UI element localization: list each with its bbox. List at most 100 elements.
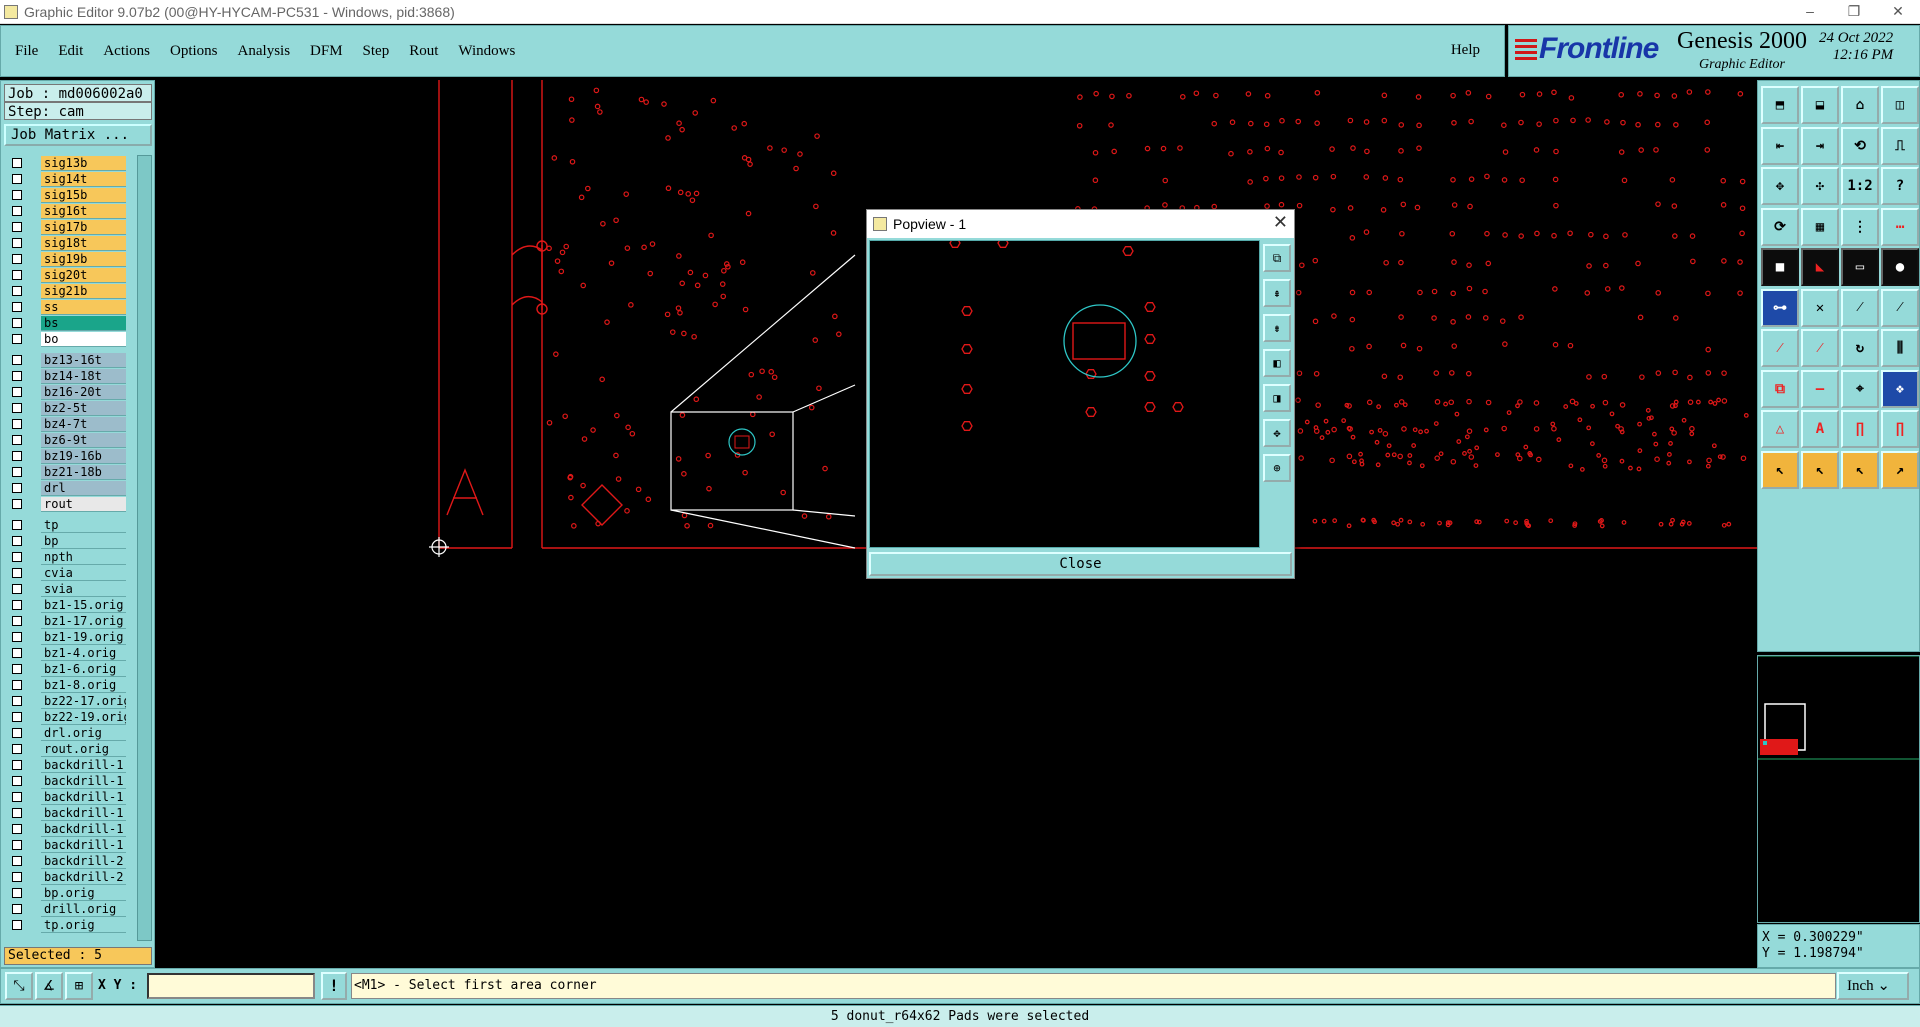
layer-row[interactable]: sig16t <box>4 203 126 219</box>
layer-label[interactable]: sig21b <box>41 284 126 299</box>
layer-checkbox[interactable] <box>12 632 22 642</box>
layer-label[interactable]: bp.orig <box>41 886 126 901</box>
help-icon[interactable]: ? <box>1881 167 1919 205</box>
layer-label[interactable]: backdrill-2 <box>41 870 126 885</box>
layer-checkbox[interactable] <box>12 904 22 914</box>
layer-row[interactable]: sig21b <box>4 283 126 299</box>
corner-icon[interactable]: ◣ <box>1801 248 1839 286</box>
layer-checkbox[interactable] <box>12 419 22 429</box>
pv-zoom-in-icon[interactable]: ⇞ <box>1263 279 1291 307</box>
layer-row[interactable]: npth <box>4 549 126 565</box>
layer-row[interactable]: bz1-15.orig <box>4 597 126 613</box>
layer-label[interactable]: bz22-17.orig <box>41 694 126 709</box>
rotate-icon[interactable]: ⟲ <box>1841 126 1879 165</box>
layer-row[interactable]: backdrill-1 <box>4 773 126 789</box>
mirror-icon[interactable]: ⎍ <box>1881 126 1919 165</box>
triangle-icon[interactable]: △ <box>1761 410 1799 448</box>
layer-label[interactable]: drl.orig <box>41 726 126 741</box>
layer-label[interactable]: bo <box>41 332 126 347</box>
menu-file[interactable]: File <box>15 43 38 60</box>
layer-row[interactable]: ss <box>4 299 126 315</box>
layer-checkbox[interactable] <box>12 483 22 493</box>
layer-row[interactable]: tp <box>4 517 126 533</box>
window-icon[interactable]: ◫ <box>1881 86 1919 124</box>
layer-row[interactable]: bs <box>4 315 126 331</box>
layer-row[interactable]: bz1-19.orig <box>4 629 126 645</box>
units-select[interactable]: Inch ⌄ <box>1837 972 1909 1000</box>
layer-label[interactable]: bz22-19.orig <box>41 710 126 725</box>
menu-windows[interactable]: Windows <box>458 43 515 60</box>
layer-label[interactable]: tp <box>41 518 126 533</box>
layer-checkbox[interactable] <box>12 254 22 264</box>
layer-label[interactable]: backdrill-1 <box>41 758 126 773</box>
layer-checkbox[interactable] <box>12 600 22 610</box>
popview-close-button[interactable]: Close <box>869 552 1292 576</box>
layer-checkbox[interactable] <box>12 712 22 722</box>
layer-checkbox[interactable] <box>12 190 22 200</box>
layer-label[interactable]: sig19b <box>41 252 126 267</box>
layer-checkbox[interactable] <box>12 520 22 530</box>
select-icon[interactable]: ↖ <box>1761 450 1799 489</box>
layer-checkbox[interactable] <box>12 467 22 477</box>
layer-row[interactable]: sig19b <box>4 251 126 267</box>
layer-label[interactable]: cvia <box>41 566 126 581</box>
popview-titlebar[interactable]: Popview - 1 ✕ <box>867 210 1294 238</box>
refresh-icon[interactable]: ⟳ <box>1761 207 1799 246</box>
menu-help[interactable]: Help <box>1451 42 1480 59</box>
layer-label[interactable]: bz6-9t <box>41 433 126 448</box>
layer-label[interactable]: bz1-15.orig <box>41 598 126 613</box>
select-poly-icon[interactable]: ↖ <box>1841 450 1879 489</box>
layer-checkbox[interactable] <box>12 744 22 754</box>
layer-row[interactable]: cvia <box>4 565 126 581</box>
layer-label[interactable]: backdrill-1 <box>41 822 126 837</box>
layer-checkbox[interactable] <box>12 334 22 344</box>
layer-label[interactable]: sig16t <box>41 204 126 219</box>
job-matrix-button[interactable]: Job Matrix ... <box>4 124 152 146</box>
layer-checkbox[interactable] <box>12 552 22 562</box>
layer-label[interactable]: tp.orig <box>41 918 126 933</box>
layer-label[interactable]: bz2-5t <box>41 401 126 416</box>
layer-label[interactable]: bs <box>41 316 126 331</box>
layer-checkbox[interactable] <box>12 840 22 850</box>
layer-row[interactable]: bz22-17.orig <box>4 693 126 709</box>
layer-label[interactable]: bz4-7t <box>41 417 126 432</box>
layer-label[interactable]: rout <box>41 497 126 512</box>
layer-label[interactable]: bz1-6.orig <box>41 662 126 677</box>
layer-label[interactable]: svia <box>41 582 126 597</box>
layer-checkbox[interactable] <box>12 568 22 578</box>
layer-label[interactable]: backdrill-1 <box>41 774 126 789</box>
layer-label[interactable]: bz16-20t <box>41 385 126 400</box>
layer-row[interactable]: bz6-9t <box>4 432 126 448</box>
layer-row[interactable]: svia <box>4 581 126 597</box>
layer-label[interactable]: bz13-16t <box>41 353 126 368</box>
layer-row[interactable]: backdrill-1 <box>4 805 126 821</box>
layer-row[interactable]: backdrill-1 <box>4 757 126 773</box>
layer-checkbox[interactable] <box>12 158 22 168</box>
layer-checkbox[interactable] <box>12 318 22 328</box>
surface2-icon[interactable]: ∏ <box>1881 410 1919 448</box>
layer-label[interactable]: backdrill-1 <box>41 838 126 853</box>
layer-row[interactable]: bz13-16t <box>4 352 126 368</box>
layer-row[interactable]: drill.orig <box>4 901 126 917</box>
layer-label[interactable]: ss <box>41 300 126 315</box>
layer-checkbox[interactable] <box>12 222 22 232</box>
options-icon[interactable]: ⋯ <box>1881 207 1919 246</box>
select-area-icon[interactable]: ↖ <box>1801 450 1839 489</box>
open-icon[interactable]: ⬒ <box>1761 86 1799 124</box>
layer-row[interactable]: sig15b <box>4 187 126 203</box>
scale-icon[interactable]: 1:2 <box>1841 167 1879 205</box>
layer-label[interactable]: rout.orig <box>41 742 126 757</box>
layer-checkbox[interactable] <box>12 403 22 413</box>
layer-row[interactable]: bz22-19.orig <box>4 709 126 725</box>
layer-list-scrollbar[interactable] <box>137 155 152 941</box>
layer-label[interactable]: drill.orig <box>41 902 126 917</box>
layer-label[interactable]: sig20t <box>41 268 126 283</box>
menu-dfm[interactable]: DFM <box>310 43 343 60</box>
layer-checkbox[interactable] <box>12 270 22 280</box>
layer-label[interactable]: bz1-19.orig <box>41 630 126 645</box>
layer-row[interactable]: backdrill-2 <box>4 853 126 869</box>
layer-row[interactable]: bz14-18t <box>4 368 126 384</box>
layer-row[interactable]: sig20t <box>4 267 126 283</box>
menu-rout[interactable]: Rout <box>409 43 438 60</box>
fit-icon[interactable]: ✥ <box>1761 167 1799 205</box>
